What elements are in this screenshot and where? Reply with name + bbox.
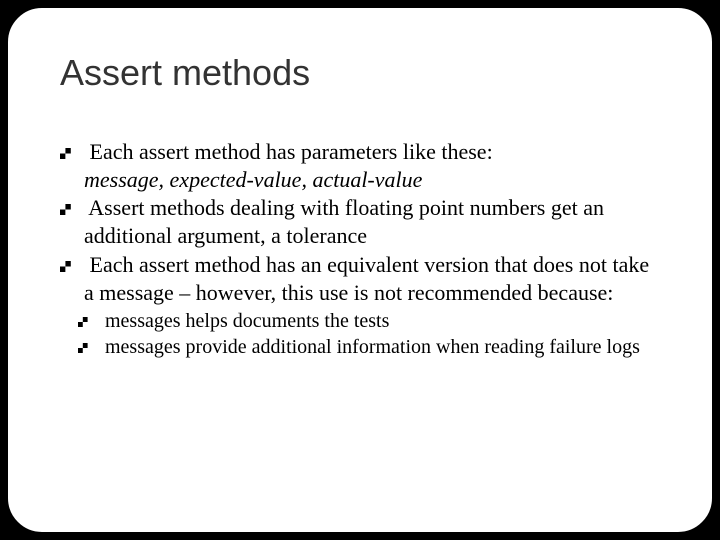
bullet-continuation: message, expected-value, actual-value xyxy=(60,166,660,194)
bullet-item: Assert methods dealing with floating poi… xyxy=(60,194,660,250)
sub-bullet-item: messages helps documents the tests xyxy=(78,309,660,335)
slide-body: Each assert method has parameters like t… xyxy=(60,138,660,360)
sub-bullet-text: messages helps documents the tests xyxy=(105,310,389,332)
bullet-text: Each assert method has an equivalent ver… xyxy=(84,252,649,305)
bullet-text: Each assert method has parameters like t… xyxy=(90,139,493,164)
sub-bullet-text: messages provide additional information … xyxy=(105,336,640,358)
bullet-text: Assert methods dealing with floating poi… xyxy=(84,195,604,248)
sub-bullet-list: messages helps documents the tests messa… xyxy=(60,309,660,360)
slide-frame: Assert methods Each assert method has pa… xyxy=(6,6,714,534)
bullet-item: Each assert method has parameters like t… xyxy=(60,138,660,166)
bullet-item: Each assert method has an equivalent ver… xyxy=(60,251,660,307)
slide-title: Assert methods xyxy=(60,52,660,94)
sub-bullet-item: messages provide additional information … xyxy=(78,335,660,361)
